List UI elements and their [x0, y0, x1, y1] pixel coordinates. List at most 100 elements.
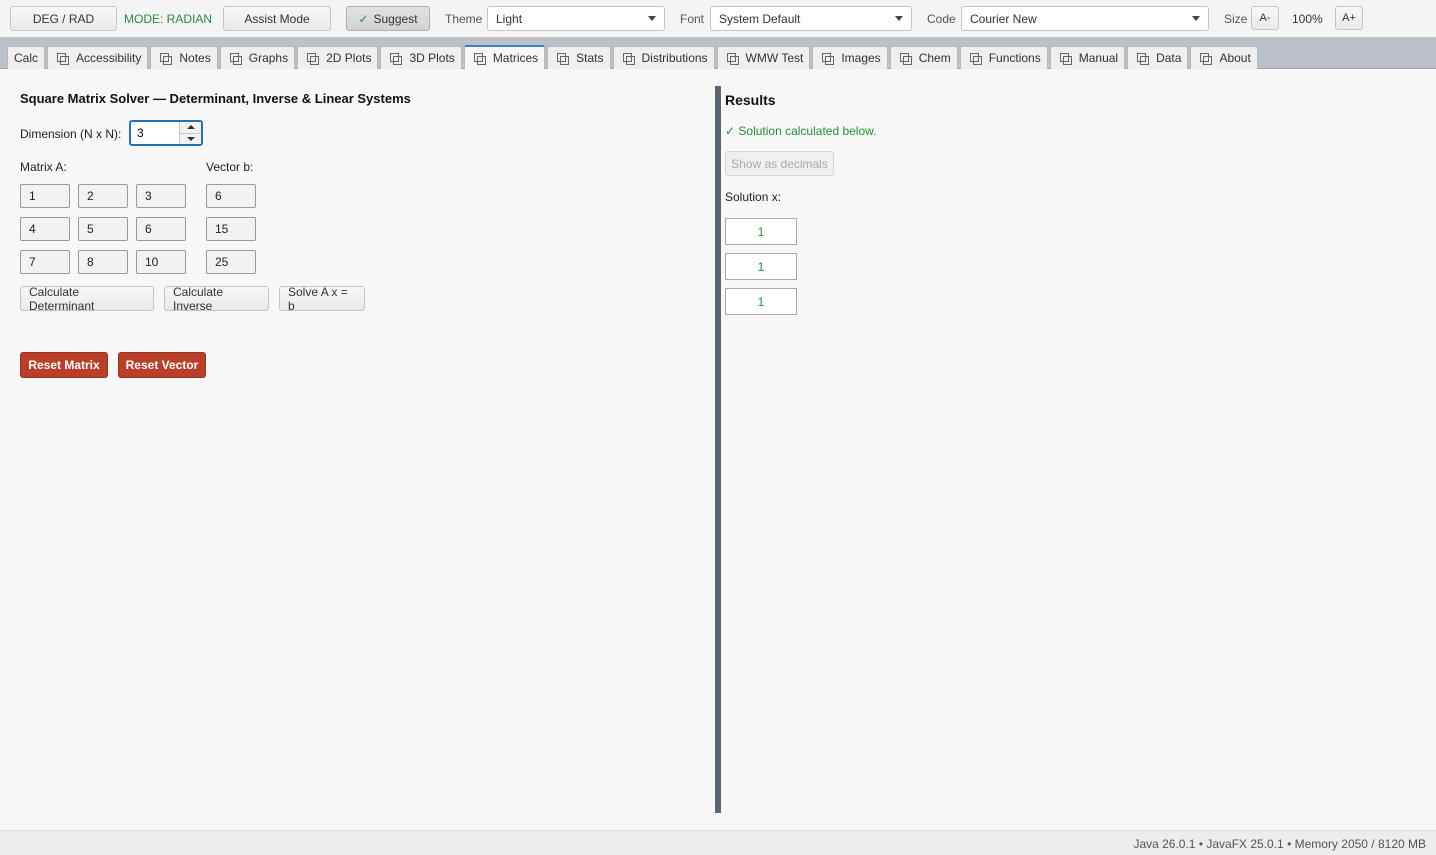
detach-tab-icon[interactable]	[473, 52, 486, 65]
detach-tab-icon[interactable]	[160, 52, 173, 65]
solution-label: Solution x:	[725, 190, 782, 204]
solve-system-button[interactable]: Solve A x = b	[279, 285, 365, 313]
code-label: Code	[927, 12, 956, 26]
matrix-cell-0-1[interactable]	[78, 184, 128, 208]
detach-tab-icon[interactable]	[822, 52, 835, 65]
tab-manual[interactable]: Manual	[1049, 46, 1126, 69]
solution-cell-1: 1	[725, 253, 797, 280]
tab-label: Matrices	[492, 51, 539, 65]
reset-matrix-button[interactable]: Reset Matrix	[20, 352, 108, 378]
status-bar: Java 26.0.1 • JavaFX 25.0.1 • Memory 205…	[0, 830, 1436, 855]
detach-tab-icon[interactable]	[57, 52, 70, 65]
tab-label: Graphs	[248, 51, 289, 65]
solution-cell-0: 1	[725, 218, 797, 245]
dimension-input[interactable]	[131, 122, 179, 144]
size-value: 100%	[1292, 12, 1323, 26]
angle-mode-label: MODE: RADIAN	[124, 12, 213, 26]
tab-about[interactable]: About	[1190, 46, 1258, 69]
tab-label: Manual	[1078, 51, 1119, 65]
tab-label: Accessibility	[76, 51, 142, 65]
tab-notes[interactable]: Notes	[150, 46, 218, 69]
tab-label: Calc	[14, 51, 39, 65]
arrow-up-icon	[186, 125, 195, 130]
tab-images[interactable]: Images	[812, 46, 888, 69]
arrow-down-icon	[186, 136, 195, 141]
code-font-value: Courier New	[970, 11, 1037, 26]
detach-tab-icon[interactable]	[1059, 52, 1072, 65]
show-decimals-button[interactable]: Show as decimals	[725, 151, 834, 176]
font-value: System Default	[719, 11, 801, 26]
suggest-toggle[interactable]: ✓ Suggest	[346, 6, 430, 31]
dimension-spinner[interactable]	[129, 120, 203, 146]
solution-cell-2: 1	[725, 288, 797, 315]
matrix-cell-2-1[interactable]	[78, 250, 128, 274]
results-title: Results	[725, 92, 776, 108]
tab-label: Data	[1156, 51, 1182, 65]
detach-tab-icon[interactable]	[557, 52, 570, 65]
tab-chem[interactable]: Chem	[889, 46, 958, 69]
tab-graphs[interactable]: Graphs	[219, 46, 296, 69]
font-select[interactable]: System Default	[710, 6, 912, 31]
page-title: Square Matrix Solver — Determinant, Inve…	[20, 91, 411, 106]
matrix-cell-0-0[interactable]	[20, 184, 70, 208]
assist-mode-button[interactable]: Assist Mode	[223, 6, 331, 31]
matrix-cell-2-0[interactable]	[20, 250, 70, 274]
theme-select[interactable]: Light	[487, 6, 665, 31]
code-font-select[interactable]: Courier New	[961, 6, 1209, 31]
increase-size-button[interactable]: A+	[1335, 6, 1363, 30]
tab-wmw-test[interactable]: WMW Test	[716, 46, 811, 69]
tab-accessibility[interactable]: Accessibility	[47, 46, 149, 69]
detach-tab-icon[interactable]	[229, 52, 242, 65]
calculate-inverse-button[interactable]: Calculate Inverse	[164, 285, 269, 313]
split-pane-divider[interactable]	[715, 86, 721, 813]
detach-tab-icon[interactable]	[622, 52, 635, 65]
matrix-cell-2-2[interactable]	[136, 250, 186, 274]
tab-stats[interactable]: Stats	[547, 46, 611, 69]
tab-label: Stats	[576, 51, 604, 65]
tab-label: About	[1219, 51, 1251, 65]
tab-bar: Calc Accessibility Notes Graphs 2D Plots 3D P…	[0, 37, 1436, 69]
detach-tab-icon[interactable]	[1137, 52, 1150, 65]
matrix-cell-0-2[interactable]	[136, 184, 186, 208]
check-icon: ✓	[358, 11, 369, 26]
tab-2d-plots[interactable]: 2D Plots	[297, 46, 379, 69]
detach-tab-icon[interactable]	[969, 52, 982, 65]
tab-matrices[interactable]: Matrices	[463, 45, 546, 69]
theme-value: Light	[496, 11, 523, 26]
reset-vector-button[interactable]: Reset Vector	[118, 352, 206, 378]
vector-cell-2[interactable]	[206, 250, 256, 274]
tab-label: Notes	[179, 51, 211, 65]
matrix-label: Matrix A:	[20, 160, 67, 174]
detach-tab-icon[interactable]	[899, 52, 912, 65]
spinner-buttons	[179, 122, 201, 144]
tab-label: WMW Test	[745, 51, 804, 65]
tab-functions[interactable]: Functions	[959, 46, 1048, 69]
tab-calc[interactable]: Calc	[7, 46, 46, 69]
tab-label: Functions	[988, 51, 1041, 65]
decrease-size-button[interactable]: A-	[1251, 6, 1279, 30]
detach-tab-icon[interactable]	[1200, 52, 1213, 65]
tab-list: Calc Accessibility Notes Graphs 2D Plots 3D P…	[7, 45, 1260, 69]
detach-tab-icon[interactable]	[307, 52, 320, 65]
vector-cell-1[interactable]	[206, 217, 256, 241]
dimension-label: Dimension (N x N):	[20, 127, 122, 141]
tab-label: 3D Plots	[409, 51, 455, 65]
increment-button[interactable]	[180, 122, 201, 133]
detach-tab-icon[interactable]	[390, 52, 403, 65]
font-label: Font	[680, 12, 705, 26]
tab-label: Distributions	[641, 51, 708, 65]
detach-tab-icon[interactable]	[726, 52, 739, 65]
deg-rad-button[interactable]: DEG / RAD	[10, 6, 117, 31]
matrix-cell-1-2[interactable]	[136, 217, 186, 241]
tab-distributions[interactable]: Distributions	[612, 46, 715, 69]
tab-data[interactable]: Data	[1127, 46, 1189, 69]
tab-3d-plots[interactable]: 3D Plots	[380, 46, 462, 69]
chevron-down-icon	[648, 16, 656, 21]
chevron-down-icon	[1192, 16, 1200, 21]
matrix-cell-1-0[interactable]	[20, 217, 70, 241]
decrement-button[interactable]	[180, 132, 201, 144]
matrix-cell-1-1[interactable]	[78, 217, 128, 241]
top-toolbar: DEG / RAD MODE: RADIAN Assist Mode ✓ Sug…	[0, 0, 1436, 37]
calculate-determinant-button[interactable]: Calculate Determinant	[20, 285, 154, 313]
vector-cell-0[interactable]	[206, 184, 256, 208]
